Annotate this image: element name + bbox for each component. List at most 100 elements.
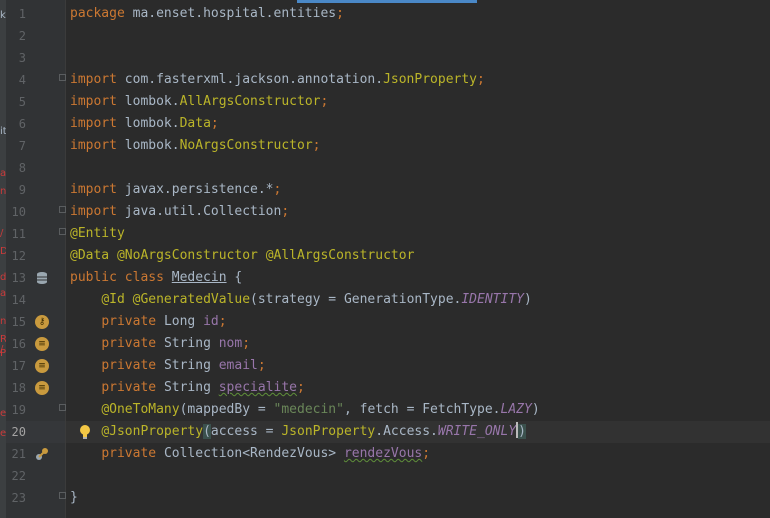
code-token: @OneToMany: [101, 402, 180, 417]
id-column-icon[interactable]: ⚷: [35, 315, 49, 329]
code-token: access =: [210, 424, 282, 439]
fold-marker[interactable]: [59, 492, 66, 499]
fold-marker[interactable]: [59, 206, 66, 213]
code-token: ;: [218, 314, 227, 329]
code-token: private: [101, 446, 164, 461]
code-line[interactable]: import lombok.AllArgsConstructor;: [70, 91, 328, 113]
relationship-icon[interactable]: [35, 447, 49, 461]
code-token: "medecin": [273, 402, 344, 417]
lightbulb-icon[interactable]: [78, 424, 92, 440]
code-token: , fetch = FetchType.: [343, 402, 501, 417]
code-line[interactable]: @Entity: [70, 223, 125, 245]
code-token: ;: [320, 94, 329, 109]
code-token: .Access.: [375, 424, 438, 439]
code-token: ;: [477, 72, 485, 87]
code-token: private: [101, 380, 164, 395]
code-token: @JsonProperty: [101, 424, 204, 439]
code-token: Long: [163, 314, 204, 329]
code-line[interactable]: }: [70, 487, 78, 509]
code-token: lombok.: [124, 116, 180, 131]
line-number: 1: [18, 7, 26, 21]
line-number: 11: [11, 227, 26, 241]
code-token: {: [226, 270, 243, 285]
code-token: id: [203, 314, 219, 329]
code-token: import: [70, 204, 125, 219]
code-token: Medecin: [171, 270, 227, 285]
code-line[interactable]: private String nom;: [70, 333, 250, 355]
code-token: import: [70, 94, 125, 109]
line-number: 5: [18, 95, 26, 109]
code-token: Collection<RendezVous>: [163, 446, 344, 461]
code-line[interactable]: import com.fasterxml.jackson.annotation.…: [70, 69, 485, 91]
code-token: ;: [297, 380, 305, 395]
code-token: specialite: [218, 380, 298, 395]
column-icon[interactable]: ≡: [35, 337, 49, 351]
code-token: ;: [281, 204, 290, 219]
code-line[interactable]: package ma.enset.hospital.entities;: [70, 3, 344, 25]
code-line[interactable]: import lombok.Data;: [70, 113, 219, 135]
code-token: rendezVous: [343, 446, 423, 461]
code-token: String: [163, 336, 219, 351]
code-line[interactable]: import javax.persistence.*;: [70, 179, 281, 201]
column-icon[interactable]: ≡: [35, 359, 49, 373]
code-token: lombok.: [124, 94, 180, 109]
code-line[interactable]: private Long id;: [70, 311, 227, 333]
code-line[interactable]: private Collection<RendezVous> rendezVou…: [70, 443, 430, 465]
line-number: 10: [11, 205, 26, 219]
code-token: @Data: [70, 248, 117, 263]
code-token: ): [518, 424, 526, 439]
code-token: @AllArgsConstructor: [265, 248, 415, 263]
code-line[interactable]: @Data @NoArgsConstructor @AllArgsConstru…: [70, 245, 414, 267]
line-number: 6: [18, 117, 26, 131]
code-line[interactable]: @OneToMany(mappedBy = "medecin", fetch =…: [70, 399, 540, 421]
code-line[interactable]: public class Medecin {: [70, 267, 242, 289]
code-token: (strategy = GenerationType.: [250, 292, 462, 307]
code-token: javax.persistence.*: [124, 182, 274, 197]
code-token: Data: [179, 116, 211, 131]
code-token: ;: [336, 6, 344, 21]
column-icon[interactable]: ≡: [35, 381, 49, 395]
code-token: ;: [422, 446, 431, 461]
line-number: 22: [11, 469, 26, 483]
code-token: String: [163, 358, 219, 373]
code-token: }: [70, 490, 78, 505]
line-number: 12: [11, 249, 26, 263]
code-token: email: [218, 358, 258, 373]
line-number: 18: [11, 381, 26, 395]
code-token: JsonProperty: [281, 424, 376, 439]
code-token: @Id: [101, 292, 133, 307]
code-token: import: [70, 138, 125, 153]
code-token: java.util.Collection: [124, 204, 282, 219]
fold-marker[interactable]: [59, 404, 66, 411]
entity-table-icon[interactable]: [35, 271, 49, 285]
code-token: ;: [242, 336, 251, 351]
code-line[interactable]: private String email;: [70, 355, 265, 377]
code-token: nom: [218, 336, 243, 351]
code-token: private: [101, 358, 164, 373]
code-token: WRITE_ONLY: [437, 424, 517, 439]
code-line[interactable]: @JsonProperty(access = JsonProperty.Acce…: [70, 421, 526, 443]
code-token: @GeneratedValue: [132, 292, 251, 307]
code-token: @Entity: [70, 226, 125, 241]
code-token: LAZY: [500, 402, 532, 417]
code-token: ma.enset.hospital.entities: [132, 6, 337, 21]
fold-marker[interactable]: [59, 74, 66, 81]
code-token: String: [163, 380, 219, 395]
code-token: package: [70, 6, 133, 21]
code-token: import: [70, 116, 125, 131]
code-token: AllArgsConstructor: [179, 94, 321, 109]
code-line[interactable]: import java.util.Collection;: [70, 201, 289, 223]
code-token: (: [203, 424, 211, 439]
line-number: 3: [18, 51, 26, 65]
code-token: ): [531, 402, 540, 417]
code-line[interactable]: @Id @GeneratedValue(strategy = Generatio…: [70, 289, 532, 311]
code-line[interactable]: private String specialite;: [70, 377, 305, 399]
line-number: 19: [11, 403, 26, 417]
fold-marker[interactable]: [59, 228, 66, 235]
code-line[interactable]: import lombok.NoArgsConstructor;: [70, 135, 320, 157]
code-token: private: [101, 336, 164, 351]
